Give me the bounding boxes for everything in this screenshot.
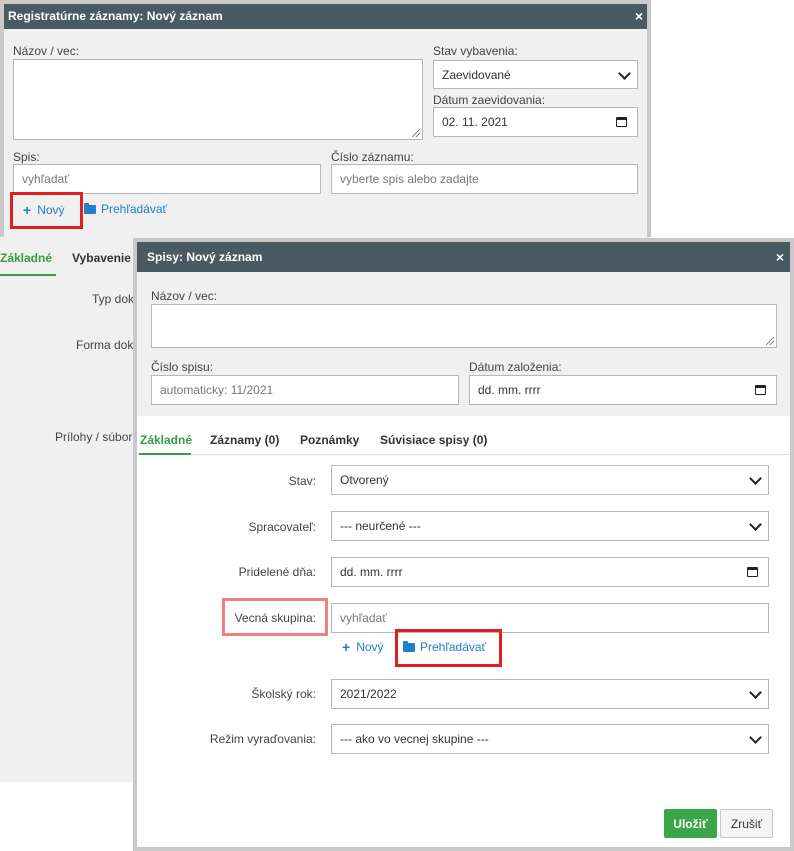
doc-type-label: Typ dok [92,292,135,306]
tab-basic[interactable]: Základné [0,251,52,265]
chevron-down-icon [749,518,762,531]
assigned-date-label: Pridelené dňa: [238,565,316,579]
status-select[interactable]: Otvorený [331,465,769,495]
processor-value: --- neurčené --- [340,519,421,533]
file-label: Spis: [13,150,40,164]
file-number-placeholder: automaticky: 11/2021 [160,383,274,397]
records-dialog-title: Registratúrne záznamy: Nový záznam [8,9,223,23]
records-dialog-titlebar: Registratúrne záznamy: Nový záznam × [4,4,647,29]
new-subject-group-label: Nový [356,640,384,654]
name-label: Názov / vec: [151,289,218,303]
tab-related-files[interactable]: Súvisiace spisy (0) [380,433,487,447]
record-number-input[interactable]: vyberte spis alebo zadajte [331,164,638,194]
created-date-value: dd. mm. rrrr [478,383,541,397]
assigned-date-value: dd. mm. rrrr [340,565,403,579]
tab-basic[interactable]: Základné [140,433,192,447]
close-icon[interactable]: × [776,242,784,272]
plus-icon: + [342,639,351,655]
status-label: Stav: [288,474,316,488]
status-value: Zaevidované [442,67,511,82]
created-date-label: Dátum založenia: [469,360,562,374]
chevron-down-icon [749,686,762,699]
status-label: Stav vybavenia: [433,44,518,58]
highlight-subject-group [222,598,328,636]
date-label: Dátum zaevidovania: [433,93,546,107]
close-icon[interactable]: × [635,4,643,29]
file-dialog-titlebar: Spisy: Nový záznam × [137,242,790,272]
new-subject-group-link[interactable]: + Nový [342,639,384,655]
school-year-value: 2021/2022 [340,687,397,701]
attachments-label: Prílohy / súbor [55,430,133,444]
browse-file-link[interactable]: Prehľadávať [84,202,167,216]
record-number-placeholder: vyberte spis alebo zadajte [340,172,479,186]
tab-notes[interactable]: Poznámky [300,433,359,447]
folder-open-icon [84,202,96,214]
disposal-mode-label: Režim vyraďovania: [209,732,316,746]
highlight-browse [395,629,502,667]
assigned-date-input[interactable]: dd. mm. rrrr [331,557,769,587]
processor-select[interactable]: --- neurčené --- [331,511,769,541]
school-year-select[interactable]: 2021/2022 [331,679,769,709]
status-value: Otvorený [340,473,389,487]
file-search-input[interactable]: vyhľadať [13,164,321,194]
name-textarea[interactable] [151,304,777,348]
school-year-label: Školský rok: [251,687,316,701]
cancel-button[interactable]: Zrušiť [720,809,773,838]
disposal-mode-value: --- ako vo vecnej skupine --- [340,732,489,746]
name-textarea[interactable] [13,59,423,140]
record-number-label: Číslo záznamu: [331,150,414,164]
resize-grip-icon[interactable] [412,129,420,137]
file-number-input[interactable]: automaticky: 11/2021 [151,375,459,405]
calendar-icon[interactable] [755,385,766,395]
chevron-down-icon [618,66,631,80]
resize-grip-icon[interactable] [766,337,774,345]
doc-form-label: Forma dok [76,338,134,352]
created-date-input[interactable]: dd. mm. rrrr [469,375,777,405]
date-value: 02. 11. 2021 [442,115,508,129]
chevron-down-icon [749,731,762,744]
calendar-icon[interactable] [747,567,758,577]
highlight-new-file [10,192,83,229]
disposal-mode-select[interactable]: --- ako vo vecnej skupine --- [331,724,769,754]
chevron-down-icon [749,472,762,485]
tab-records[interactable]: Záznamy (0) [210,433,279,447]
file-number-label: Číslo spisu: [151,360,214,374]
browse-file-label: Prehľadávať [101,202,168,216]
tab-basic-underline [139,453,191,455]
tab-basic-underline [0,274,56,276]
file-dialog-title: Spisy: Nový záznam [147,250,263,264]
subject-group-placeholder: vyhľadať [340,611,387,625]
calendar-icon[interactable] [616,117,627,127]
name-label: Názov / vec: [13,44,80,58]
tab-handling[interactable]: Vybavenie [72,251,131,265]
processor-label: Spracovateľ: [248,520,316,534]
save-button[interactable]: Uložiť [664,809,717,838]
file-search-placeholder: vyhľadať [22,172,69,186]
date-input[interactable]: 02. 11. 2021 [433,107,638,137]
status-select[interactable]: Zaevidované [433,60,638,89]
file-dialog: Spisy: Nový záznam × Názov / vec: Číslo … [133,238,794,851]
